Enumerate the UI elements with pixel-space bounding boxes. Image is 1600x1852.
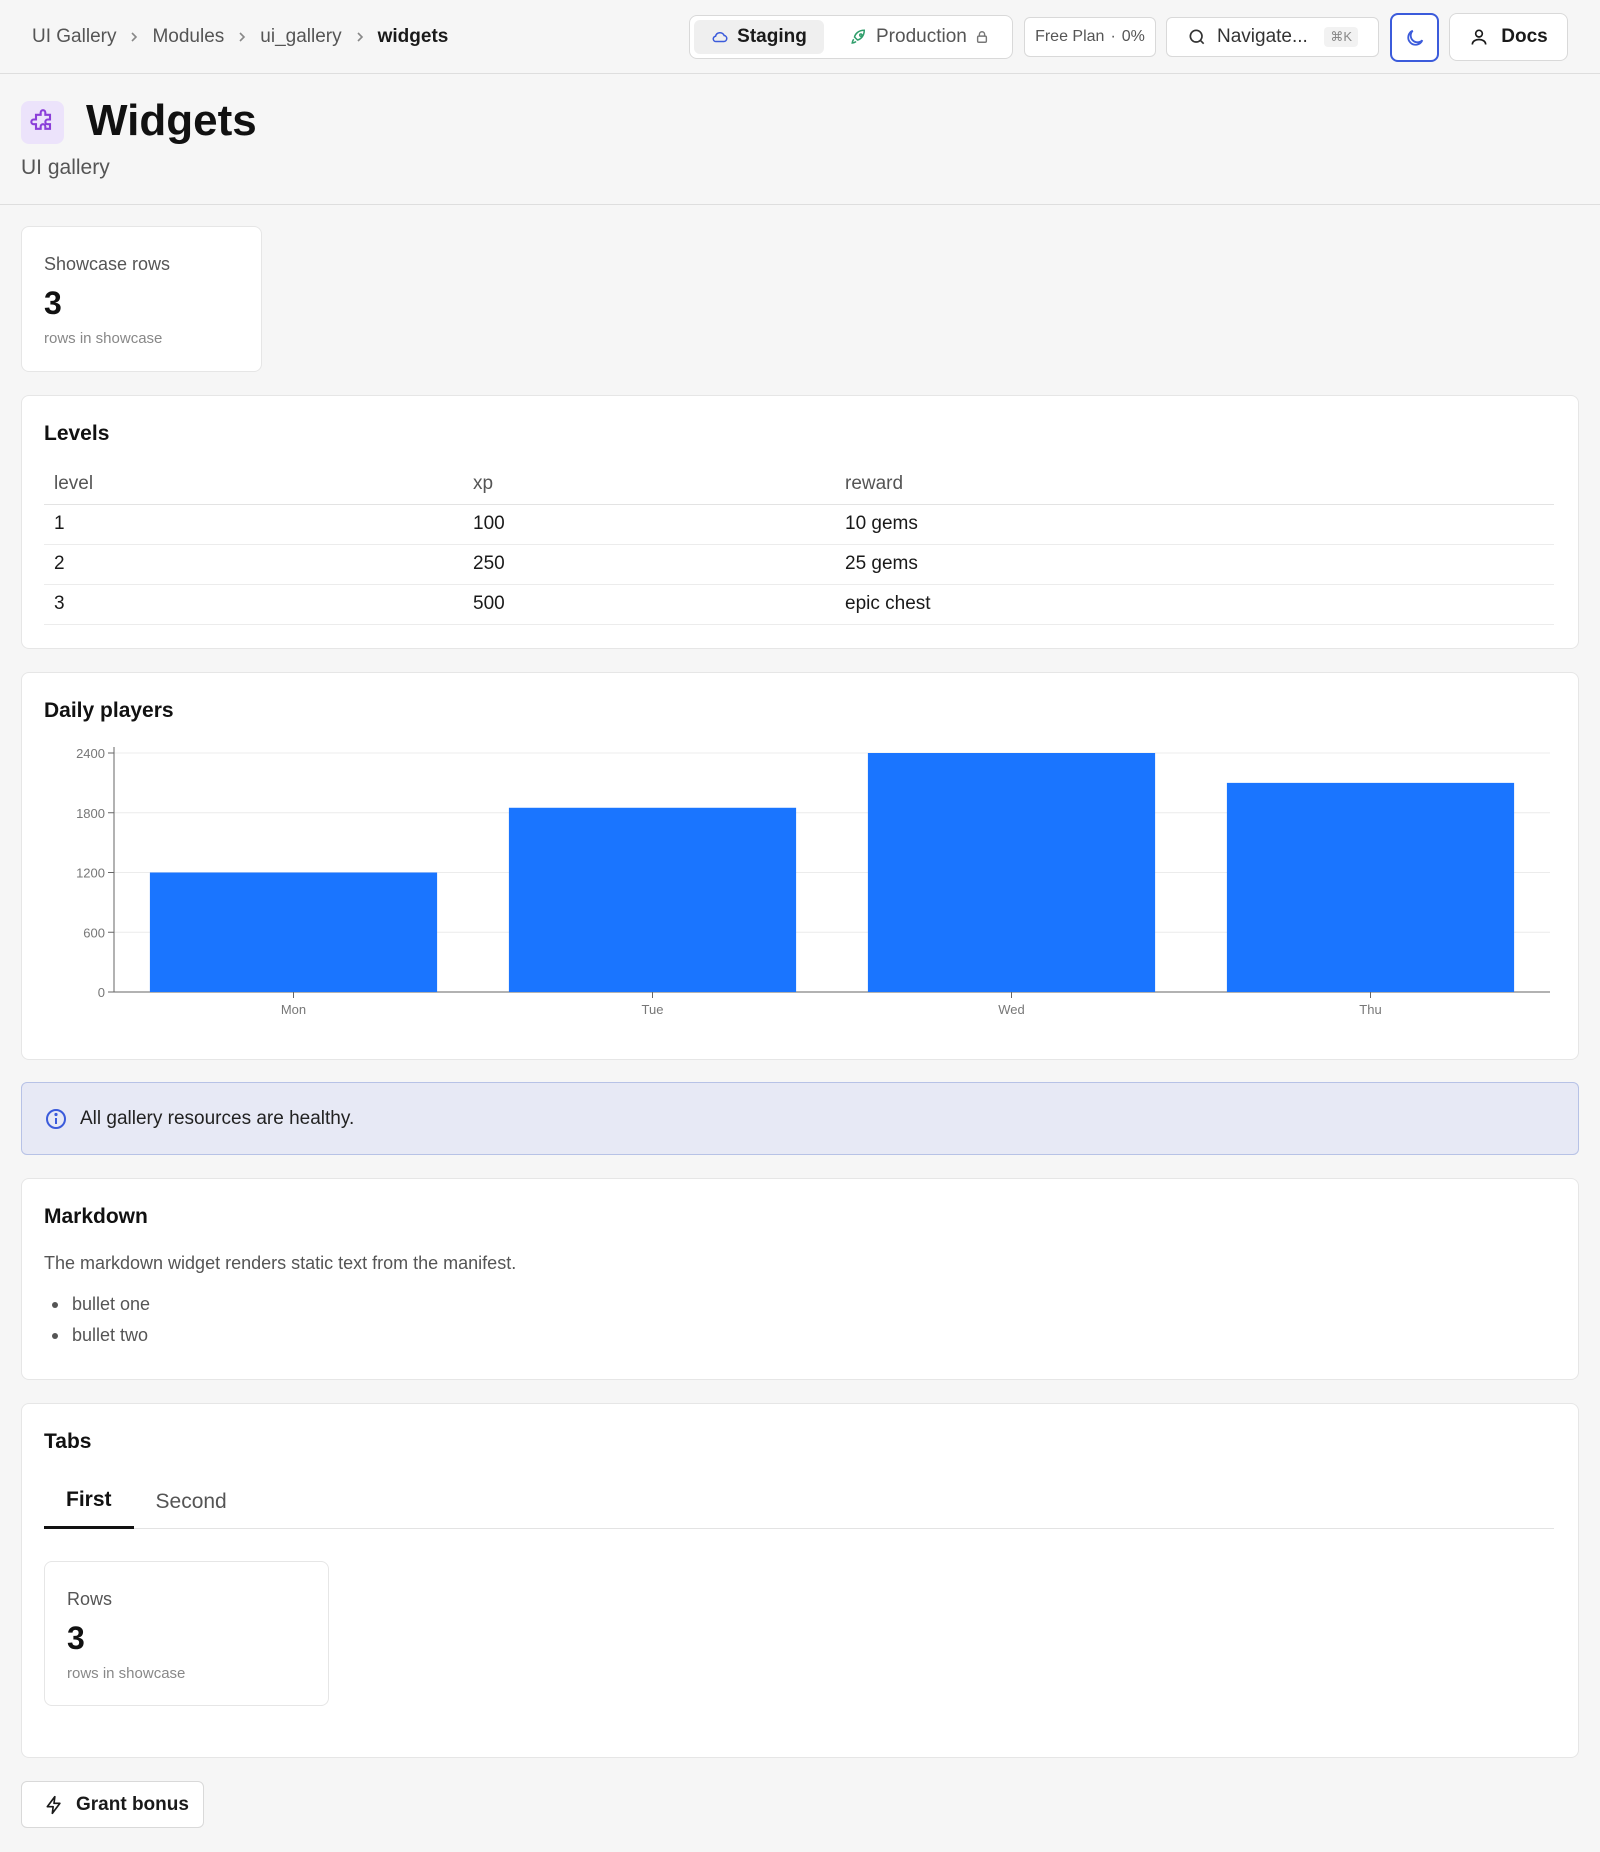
stat-value: 3 (44, 285, 62, 321)
stat-label: Showcase rows (44, 254, 171, 274)
user-icon (1469, 27, 1489, 47)
lock-icon (975, 30, 989, 44)
daily-players-chart: 0 600 1200 1800 2400 Mon Tue Wed Thu (76, 746, 1550, 1017)
cloud-icon (711, 28, 729, 46)
y-tick-label: 600 (83, 925, 105, 940)
chevron-right-icon (236, 31, 248, 43)
column-header-reward[interactable]: reward (835, 464, 1554, 505)
tabs-title: Tabs (44, 1430, 92, 1453)
y-tick-label: 1800 (76, 806, 105, 821)
page-subtitle: UI gallery (21, 156, 110, 179)
cell-xp: 100 (463, 504, 835, 545)
breadcrumb-item-ui-gallery[interactable]: UI Gallery (32, 26, 116, 48)
cell-xp: 500 (463, 584, 835, 625)
page-header: Widgets UI gallery (0, 74, 1600, 205)
bar (149, 872, 438, 992)
markdown-title: Markdown (44, 1205, 148, 1228)
env-production-button[interactable]: Production (824, 20, 989, 54)
column-header-level[interactable]: level (44, 464, 463, 505)
list-item: bullet two (51, 1324, 150, 1355)
x-tick-label: Tue (642, 1002, 664, 1017)
levels-table: level xp reward 1 100 10 gems 2 250 25 g… (44, 464, 1554, 625)
list-item: bullet one (51, 1293, 150, 1324)
cell-reward: epic chest (835, 584, 1554, 625)
x-tick-label: Thu (1359, 1002, 1381, 1017)
markdown-text: The markdown widget renders static text … (44, 1253, 517, 1273)
x-tick-label: Wed (998, 1002, 1025, 1017)
breadcrumb-item-ui-gallery-module[interactable]: ui_gallery (260, 26, 341, 48)
rows-stat-card: Rows 3 rows in showcase (44, 1561, 329, 1706)
bar (508, 807, 797, 992)
chevron-right-icon (354, 31, 366, 43)
grant-bonus-label: Grant bonus (76, 1793, 189, 1815)
keyboard-shortcut: ⌘K (1324, 27, 1358, 47)
plan-usage: 0% (1121, 28, 1145, 45)
tabs-card: Tabs First Second Rows 3 rows in showcas… (21, 1403, 1579, 1758)
info-alert: All gallery resources are healthy. (21, 1082, 1579, 1155)
y-tick-label: 2400 (76, 746, 105, 761)
page-title: Widgets (86, 96, 257, 145)
levels-title: Levels (44, 422, 110, 445)
env-production-label: Production (876, 26, 967, 47)
docs-button[interactable]: Docs (1449, 13, 1568, 61)
bar (867, 753, 1156, 992)
info-icon (44, 1107, 68, 1131)
theme-toggle-button[interactable] (1390, 13, 1439, 62)
stat-label: Rows (67, 1589, 113, 1609)
plan-separator: · (1110, 28, 1116, 45)
env-staging-button[interactable]: Staging (694, 20, 824, 54)
cell-level: 2 (44, 544, 463, 585)
tab-list: First Second (44, 1474, 1554, 1529)
showcase-rows-stat-card: Showcase rows 3 rows in showcase (21, 226, 262, 372)
table-header-row: level xp reward (44, 464, 1554, 505)
y-tick-label: 0 (98, 985, 105, 1000)
cell-reward: 25 gems (835, 544, 1554, 585)
top-bar: UI Gallery Modules ui_gallery widgets St… (0, 0, 1600, 74)
environment-switch: Staging Production (689, 15, 1013, 59)
daily-players-card: Daily players 0 600 1200 1800 2400 Mon Tue Wed T… (21, 672, 1579, 1060)
table-row: 2 250 25 gems (44, 544, 1554, 585)
search-icon (1187, 27, 1207, 47)
stat-value: 3 (67, 1620, 85, 1656)
levels-card: Levels level xp reward 1 100 10 gems 2 2… (21, 395, 1579, 649)
y-tick-label: 1200 (76, 866, 105, 881)
puzzle-icon (21, 101, 64, 144)
navigate-placeholder: Navigate... (1217, 26, 1308, 47)
alert-text: All gallery resources are healthy. (80, 1107, 355, 1129)
cell-level: 1 (44, 504, 463, 545)
navigate-search-button[interactable]: Navigate... ⌘K (1166, 17, 1379, 57)
breadcrumb: UI Gallery Modules ui_gallery widgets (32, 24, 448, 50)
cell-reward: 10 gems (835, 504, 1554, 545)
tab-second[interactable]: Second (134, 1474, 249, 1529)
cell-xp: 250 (463, 544, 835, 585)
tab-first[interactable]: First (44, 1474, 134, 1529)
x-tick-label: Mon (281, 1002, 306, 1017)
stat-caption: rows in showcase (44, 330, 163, 347)
moon-icon (1404, 27, 1426, 49)
table-row: 1 100 10 gems (44, 504, 1554, 545)
env-staging-label: Staging (737, 26, 807, 47)
breadcrumb-item-widgets: widgets (377, 26, 449, 47)
docs-label: Docs (1501, 26, 1548, 47)
cell-level: 3 (44, 584, 463, 625)
rocket-icon (850, 28, 868, 46)
table-row: 3 500 epic chest (44, 584, 1554, 625)
markdown-card: Markdown The markdown widget renders sta… (21, 1178, 1579, 1380)
markdown-list: bullet one bullet two (51, 1293, 150, 1355)
stat-caption: rows in showcase (67, 1665, 186, 1682)
chevron-right-icon (128, 31, 140, 43)
grant-bonus-button[interactable]: Grant bonus (21, 1781, 204, 1828)
plan-badge[interactable]: Free Plan · 0% (1024, 17, 1156, 57)
bar (1226, 782, 1515, 992)
column-header-xp[interactable]: xp (463, 464, 835, 505)
lightning-icon (44, 1795, 64, 1815)
breadcrumb-item-modules[interactable]: Modules (152, 26, 224, 48)
plan-name: Free Plan (1035, 28, 1105, 45)
